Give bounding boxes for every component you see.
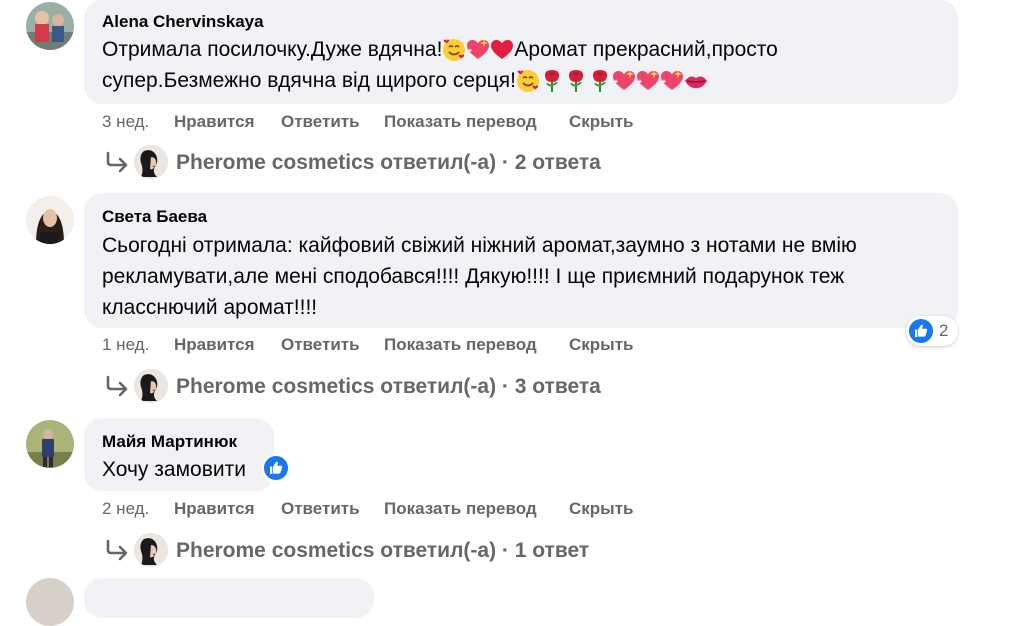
comment-bubble xyxy=(84,578,374,618)
comment-text: Сьогодні отримала: кайфовий свіжий ніжни… xyxy=(102,230,857,323)
avatar[interactable] xyxy=(26,578,74,626)
reply-arrow-icon xyxy=(104,375,130,397)
comment-line: Аромат прекрасний,просто xyxy=(514,38,778,61)
smiling-face-with-hearts-icon xyxy=(516,69,540,93)
comment-line: Сьогодні отримала: кайфовий свіжий ніжни… xyxy=(102,234,857,257)
reply-button[interactable]: Ответить xyxy=(281,499,360,519)
timestamp[interactable]: 1 нед. xyxy=(102,335,149,355)
comment-line: Отримала посилочку.Дуже вдячна! xyxy=(102,38,443,61)
like-button[interactable]: Нравится xyxy=(174,335,255,355)
replies-summary: Pherome cosmetics ответил(-а) · 2 ответа xyxy=(176,151,601,174)
translate-button[interactable]: Показать перевод xyxy=(384,112,537,132)
replies-summary: Pherome cosmetics ответил(-а) · 1 ответ xyxy=(176,539,590,562)
replies-summary: Pherome cosmetics ответил(-а) · 3 ответа xyxy=(176,375,601,398)
avatar xyxy=(134,369,168,403)
rose-icon xyxy=(588,69,612,93)
avatar[interactable] xyxy=(26,196,74,244)
comment-line: супер.Безмежно вдячна від щирого серця! xyxy=(102,69,516,92)
hide-button[interactable]: Скрыть xyxy=(569,112,633,132)
replies-link[interactable]: Pherome cosmetics ответил(-а) · 1 ответ xyxy=(104,533,664,569)
sparkling-heart-icon xyxy=(636,69,660,93)
sparkling-heart-icon xyxy=(612,69,636,93)
avatar xyxy=(134,533,168,567)
comment-bubble: Света Баева Сьогодні отримала: кайфовий … xyxy=(84,193,958,328)
reply-button[interactable]: Ответить xyxy=(281,112,360,132)
comment-bubble: Alena Chervinskaya Отримала посилочку.Ду… xyxy=(84,0,958,104)
reply-arrow-icon xyxy=(104,151,130,173)
red-heart-icon xyxy=(490,38,514,62)
hide-button[interactable]: Скрыть xyxy=(569,499,633,519)
timestamp[interactable]: 3 нед. xyxy=(102,112,149,132)
comment-actions: 3 нед. Нравится Ответить Показать перево… xyxy=(102,112,662,132)
translate-button[interactable]: Показать перевод xyxy=(384,499,537,519)
hide-button[interactable]: Скрыть xyxy=(569,335,633,355)
comment-text: Хочу замовити xyxy=(102,458,246,481)
timestamp[interactable]: 2 нед. xyxy=(102,499,149,519)
comment-text: Отримала посилочку.Дуже вдячна! Аромат пр… xyxy=(102,34,778,96)
rose-icon xyxy=(564,69,588,93)
like-icon xyxy=(263,455,289,481)
comment-actions: 2 нед. Нравится Ответить Показать перево… xyxy=(102,499,662,519)
avatar xyxy=(134,145,168,179)
comment-bubble: Майя Мартинюк Хочу замовити xyxy=(84,418,274,491)
reply-button[interactable]: Ответить xyxy=(281,335,360,355)
like-button[interactable]: Нравится xyxy=(174,112,255,132)
like-icon xyxy=(908,318,934,344)
comment-line: рекламувати,але мені сподобався!!!! Дяку… xyxy=(102,265,845,288)
reaction-count: 2 xyxy=(939,321,949,340)
replies-link[interactable]: Pherome cosmetics ответил(-а) · 3 ответа xyxy=(104,369,664,405)
comment-author[interactable]: Майя Мартинюк xyxy=(102,432,237,452)
comment-actions: 1 нед. Нравится Ответить Показать перево… xyxy=(102,335,662,355)
comment-author[interactable]: Alena Chervinskaya xyxy=(102,12,264,32)
smiling-face-with-hearts-icon xyxy=(442,38,466,62)
rose-icon xyxy=(540,69,564,93)
translate-button[interactable]: Показать перевод xyxy=(384,335,537,355)
reaction-summary[interactable] xyxy=(262,454,292,484)
avatar[interactable] xyxy=(26,2,74,50)
comment-author[interactable]: Света Баева xyxy=(102,207,207,227)
avatar[interactable] xyxy=(26,420,74,468)
like-button[interactable]: Нравится xyxy=(174,499,255,519)
reply-arrow-icon xyxy=(104,539,130,561)
sparkling-heart-icon xyxy=(466,38,490,62)
sparkling-heart-icon xyxy=(660,69,684,93)
comment-line: класснючий аромат!!!! xyxy=(102,296,318,319)
reaction-summary[interactable]: 2 xyxy=(906,316,958,346)
kiss-mark-icon xyxy=(684,69,708,93)
replies-link[interactable]: Pherome cosmetics ответил(-а) · 2 ответа xyxy=(104,145,664,181)
